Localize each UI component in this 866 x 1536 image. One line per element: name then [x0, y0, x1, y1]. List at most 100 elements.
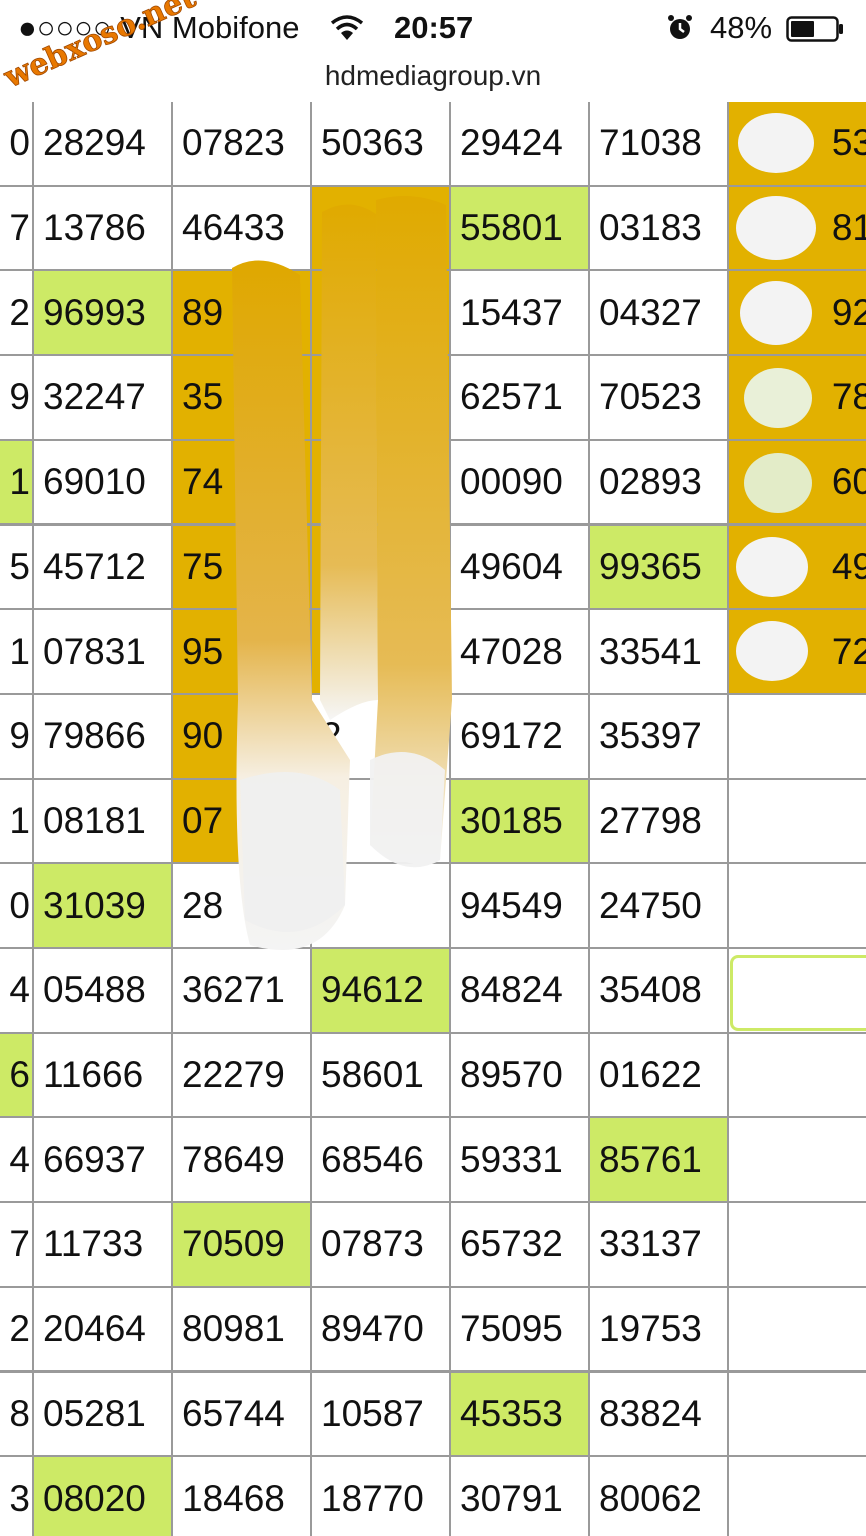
- table-cell: 4: [0, 1116, 34, 1204]
- cell-value: 83824: [599, 1392, 702, 1434]
- cell-value: 92: [831, 291, 866, 333]
- table-cell: 69172: [449, 692, 590, 780]
- table-cell: 69010: [32, 438, 173, 526]
- table-cell: [727, 1031, 866, 1119]
- table-cell: 75095: [449, 1285, 590, 1373]
- table-cell: 95: [171, 608, 312, 695]
- cell-value: 19753: [599, 1308, 702, 1350]
- cell-value: 10587: [321, 1392, 424, 1434]
- table-cell: [727, 1370, 866, 1458]
- cell-value: 2: [9, 1308, 30, 1350]
- results-table: 0282940782350363294247103853713786464330…: [0, 102, 866, 1536]
- cell-value: 70523: [599, 376, 702, 418]
- table-cell: 00090: [449, 438, 590, 526]
- cell-value: 53: [831, 122, 866, 164]
- cell-value: 07873: [321, 1223, 424, 1265]
- cell-value: 1: [9, 630, 30, 672]
- table-cell: 49604: [449, 523, 590, 611]
- cell-value: 81: [831, 207, 866, 249]
- cell-value: 8: [9, 1392, 30, 1434]
- table-cell: 19753: [588, 1285, 729, 1373]
- cell-value: 65732: [460, 1223, 563, 1265]
- table-cell: 6: [310, 523, 451, 611]
- address-bar[interactable]: hdmediagroup.vn: [0, 58, 866, 94]
- table-cell: 32247: [32, 354, 173, 441]
- cell-value: 1: [9, 799, 30, 841]
- side-tab[interactable]: [730, 955, 866, 1031]
- table-cell: 35397: [588, 692, 729, 780]
- cell-value: 1: [9, 461, 30, 503]
- cell-value: 13786: [43, 207, 146, 249]
- cell-value: 90: [182, 715, 224, 757]
- table-cell: 30791: [449, 1455, 590, 1536]
- cell-value: 7: [9, 207, 30, 249]
- table-cell: 53: [727, 102, 866, 187]
- cell-value: 08181: [43, 799, 146, 841]
- table-cell: 0: [0, 102, 34, 187]
- table-cell: 2: [0, 1285, 34, 1373]
- cell-value: 74: [182, 461, 224, 503]
- table-cell: 33137: [588, 1201, 729, 1288]
- alarm-icon: [668, 15, 692, 39]
- table-cell: 65732: [449, 1201, 590, 1288]
- table-cell: 05281: [32, 1370, 173, 1458]
- cell-value: 69172: [460, 715, 563, 757]
- table-cell: 30185: [449, 777, 590, 865]
- cell-value: 68546: [321, 1138, 424, 1180]
- wifi-icon: [330, 15, 364, 40]
- cell-value: 62571: [460, 376, 563, 418]
- cell-value: 18770: [321, 1477, 424, 1519]
- cell-value: 2: [321, 715, 342, 757]
- cell-value: 89: [182, 291, 224, 333]
- cell-value: 89570: [460, 1054, 563, 1096]
- table-cell: 01622: [588, 1031, 729, 1119]
- cell-value: 03183: [599, 207, 702, 249]
- table-cell: 89570: [449, 1031, 590, 1119]
- cell-value: 60: [831, 461, 866, 503]
- table-cell: 83824: [588, 1370, 729, 1458]
- cell-value: 22279: [182, 1054, 285, 1096]
- table-cell: 92: [727, 269, 866, 357]
- table-cell: 96993: [32, 269, 173, 357]
- cell-value: 32247: [43, 376, 146, 418]
- table-cell: 04327: [588, 269, 729, 357]
- cell-value: 01622: [599, 1054, 702, 1096]
- cell-value: 95: [182, 630, 224, 672]
- table-cell: [727, 1455, 866, 1536]
- cell-value: 55801: [460, 207, 563, 249]
- table-cell: 1: [0, 777, 34, 865]
- table-cell: 66937: [32, 1116, 173, 1204]
- table-cell: 90: [171, 692, 312, 780]
- table-cell: 89: [171, 269, 312, 357]
- cell-value: 99365: [599, 545, 702, 587]
- cell-value: 75: [182, 545, 224, 587]
- cell-value: 96993: [43, 291, 146, 333]
- cell-value: 0: [9, 122, 30, 164]
- cell-value: 36271: [182, 969, 285, 1011]
- table-cell: 28294: [32, 102, 173, 187]
- table-cell: 1: [0, 438, 34, 526]
- cell-value: 02893: [599, 461, 702, 503]
- table-cell: 13786: [32, 184, 173, 272]
- table-cell: 74: [171, 438, 312, 526]
- cell-value: 15437: [460, 291, 563, 333]
- cell-value: 28: [182, 884, 224, 926]
- cell-value: 84824: [460, 969, 563, 1011]
- cell-value: 80062: [599, 1477, 702, 1519]
- cell-value: 05281: [43, 1392, 146, 1434]
- table-cell: 18468: [171, 1455, 312, 1536]
- table-cell: 7: [0, 1201, 34, 1288]
- cell-value: 71038: [599, 122, 702, 164]
- table-cell: 7: [0, 184, 34, 272]
- cell-value: 4: [9, 969, 30, 1011]
- cell-value: 4: [321, 630, 342, 672]
- cell-value: 0: [9, 884, 30, 926]
- cell-value: 89470: [321, 1308, 424, 1350]
- cell-value: 94549: [460, 884, 563, 926]
- table-cell: [727, 1285, 866, 1373]
- table-cell: 03183: [588, 184, 729, 272]
- table-cell: 84824: [449, 947, 590, 1034]
- table-cell: 1: [0, 608, 34, 695]
- table-cell: [727, 692, 866, 780]
- table-cell: 85761: [588, 1116, 729, 1204]
